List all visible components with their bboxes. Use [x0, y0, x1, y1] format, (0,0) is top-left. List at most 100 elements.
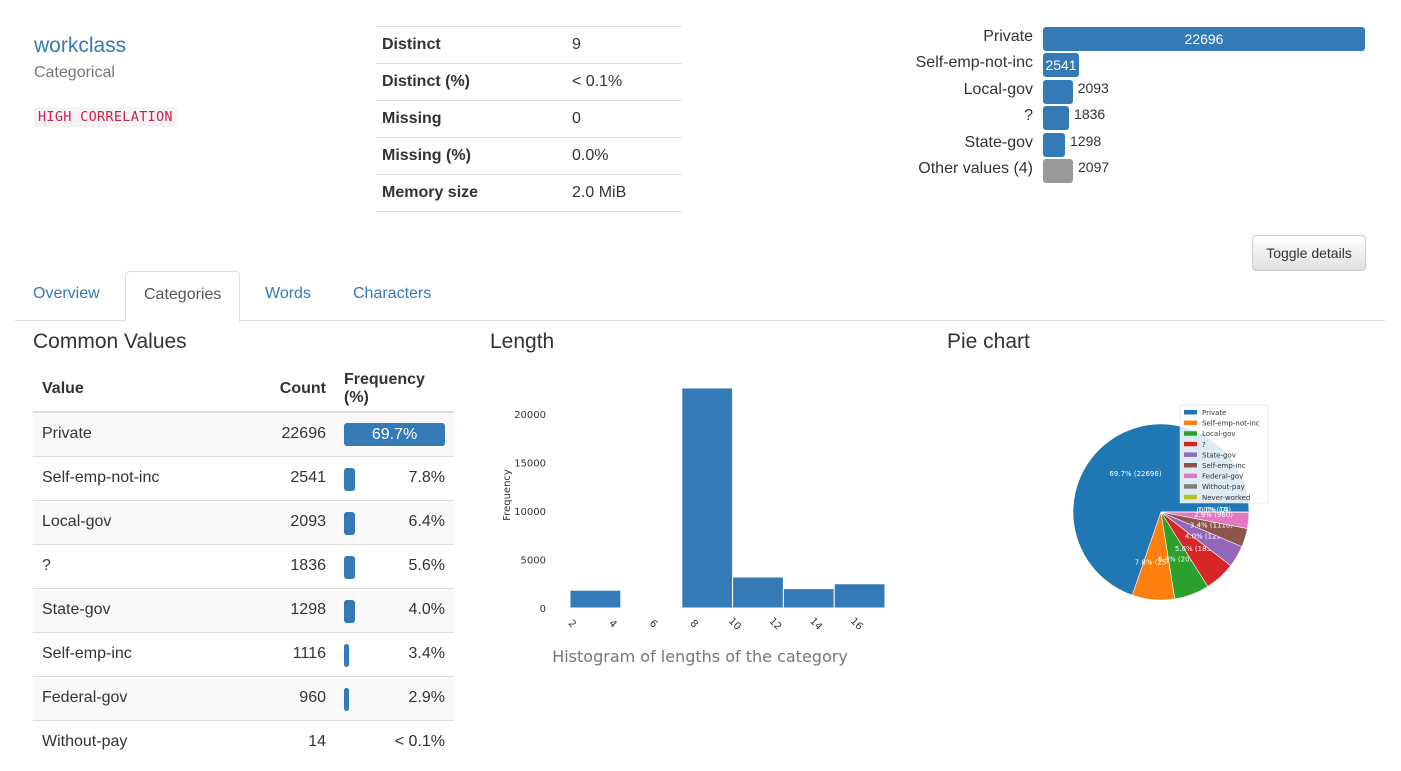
mini-bar-value: 2097 — [1078, 158, 1110, 175]
pie-slice-label: 69.7% (22696) — [1109, 470, 1161, 478]
x-tick-label: 6 — [647, 618, 659, 630]
count-cell: 14 — [255, 719, 335, 764]
table-row: Private 22696 69.7% — [33, 411, 454, 456]
variable-name[interactable]: workclass — [34, 34, 126, 58]
mini-bar-value: 22696 — [1184, 31, 1224, 47]
stat-value: 2.0 MiB — [566, 174, 682, 212]
table-row: State-gov 1298 4.0% — [33, 587, 454, 632]
frequency-bar — [344, 599, 355, 623]
common-values-heading: Common Values — [33, 330, 187, 353]
stat-key: Missing — [376, 100, 566, 138]
mini-bar-row: ? 1836 — [900, 105, 1370, 131]
y-tick-label: 20000 — [514, 410, 546, 421]
stat-key: Distinct — [376, 26, 566, 64]
stat-key: Memory size — [376, 174, 566, 212]
mini-bar-row: State-gov 1298 — [900, 132, 1370, 158]
count-cell: 22696 — [255, 411, 335, 456]
frequency-text: 6.4% — [408, 513, 445, 530]
count-cell: 2093 — [255, 499, 335, 544]
frequency-bar — [344, 643, 349, 667]
y-tick-label: 5000 — [521, 556, 546, 567]
toggle-details-button[interactable]: Toggle details — [1252, 235, 1366, 271]
tab-overview[interactable]: Overview — [15, 271, 118, 321]
stat-value: 9 — [566, 26, 682, 64]
stat-value: 0 — [566, 100, 682, 138]
table-row: Self-emp-not-inc 2541 7.8% — [33, 455, 454, 500]
stats-row: Memory size 2.0 MiB — [376, 174, 682, 212]
count-cell: 960 — [255, 675, 335, 720]
mini-bar-label: Other values (4) — [918, 159, 1033, 177]
pie-slice-label: 0.0% (7) — [1199, 506, 1229, 514]
mini-bar: 22696 — [1043, 27, 1365, 51]
mini-bar-value: 1298 — [1070, 132, 1102, 149]
tab-words[interactable]: Words — [247, 271, 329, 321]
tab-bar: Overview Categories Words Characters — [15, 271, 1385, 322]
x-tick-label: 12 — [767, 616, 784, 633]
stats-row: Distinct 9 — [376, 26, 682, 64]
frequency-cell: < 0.1% — [335, 719, 454, 764]
frequency-cell: 6.4% — [335, 499, 454, 544]
value-cell: Federal-gov — [33, 675, 255, 720]
high-correlation-badge: HIGH CORRELATION — [34, 107, 177, 127]
mini-bar — [1043, 79, 1073, 104]
frequency-column-header: Frequency (%) — [335, 366, 454, 413]
frequency-cell: 2.9% — [335, 675, 454, 720]
count-column-header: Count — [255, 366, 335, 413]
x-tick-label: 2 — [566, 618, 578, 630]
legend-label: Self-emp-not-inc — [1202, 420, 1260, 428]
tab-categories[interactable]: Categories — [125, 271, 241, 322]
variable-type: Categorical — [34, 64, 115, 81]
frequency-text: 7.8% — [408, 469, 445, 486]
stats-row: Missing 0 — [376, 100, 682, 138]
value-cell: ? — [33, 543, 255, 588]
histogram-caption: Histogram of lengths of the category — [552, 647, 848, 666]
stats-row: Distinct (%) < 0.1% — [376, 63, 682, 101]
count-cell: 2541 — [255, 455, 335, 500]
histogram-bar — [732, 576, 784, 609]
histogram-bar — [782, 588, 835, 609]
legend-label: Local-gov — [1202, 430, 1236, 438]
value-cell: Local-gov — [33, 499, 255, 544]
count-cell: 1116 — [255, 631, 335, 676]
mini-bar-value: 2093 — [1077, 79, 1109, 96]
stat-key: Missing (%) — [376, 137, 566, 175]
table-row: Local-gov 2093 6.4% — [33, 499, 454, 544]
frequency-bar — [344, 467, 355, 491]
value-cell: Self-emp-inc — [33, 631, 255, 676]
table-row: Without-pay 14 < 0.1% — [33, 719, 454, 764]
stats-table: Distinct 9 Distinct (%) < 0.1% Missing 0 Missi… — [376, 26, 682, 212]
histogram-bar — [681, 387, 734, 609]
legend-swatch — [1184, 463, 1197, 468]
x-tick-label: 14 — [807, 616, 824, 633]
tab-characters[interactable]: Characters — [335, 271, 449, 321]
frequency-cell: 4.0% — [335, 587, 454, 632]
table-row: ? 1836 5.6% — [33, 543, 454, 588]
legend-label: Federal-gov — [1202, 473, 1243, 481]
mini-bar-row: Other values (4) 2097 — [900, 158, 1370, 184]
x-tick-label: 4 — [606, 618, 618, 630]
legend-swatch — [1184, 441, 1197, 447]
mini-bar-label: Self-emp-not-inc — [915, 54, 1033, 72]
y-tick-label: 0 — [540, 604, 546, 615]
mini-bar-label: Local-gov — [963, 80, 1033, 98]
y-axis-label: Frequency — [502, 469, 513, 521]
legend-label: Private — [1202, 409, 1226, 417]
legend-label: State-gov — [1202, 451, 1236, 459]
frequency-text: 4.0% — [408, 601, 445, 618]
frequency-bar — [344, 687, 349, 711]
frequency-cell: 69.7% — [335, 411, 454, 456]
length-heading: Length — [490, 330, 555, 353]
stat-key: Distinct (%) — [376, 63, 566, 101]
frequency-text: < 0.1% — [394, 733, 445, 751]
legend-swatch — [1184, 484, 1197, 489]
mini-bar — [1043, 132, 1065, 157]
histogram-bar — [833, 583, 886, 609]
mini-bar-value: 2541 — [1045, 57, 1077, 74]
value-column-header: Value — [33, 366, 255, 413]
stat-value: 0.0% — [566, 137, 682, 175]
frequency-text: 2.9% — [408, 689, 445, 706]
count-cell: 1836 — [255, 543, 335, 588]
frequency-text: 5.6% — [408, 557, 445, 574]
value-cell: Self-emp-not-inc — [33, 455, 255, 500]
y-tick-label: 15000 — [514, 459, 546, 470]
